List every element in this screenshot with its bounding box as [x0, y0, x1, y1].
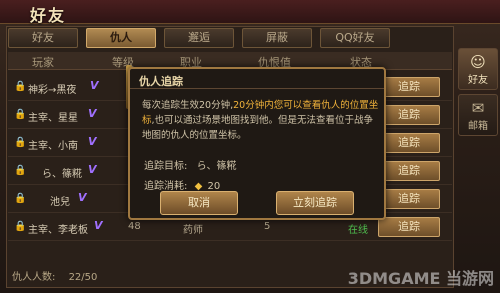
player-name: 主宰、星星: [28, 113, 78, 124]
desc-text: 每次追踪生效20分钟,: [142, 100, 234, 111]
lock-icon: 🔒: [14, 81, 27, 92]
track-dialog: 仇人追踪 每次追踪生效20分钟,20分钟内您可以查看仇人的位置坐标,也可以通过场…: [128, 67, 386, 220]
track-button[interactable]: 追踪: [378, 217, 440, 237]
vip-badge: V: [90, 79, 99, 92]
cancel-button[interactable]: 取消: [160, 191, 238, 215]
side-tab-label: 好友: [468, 75, 488, 86]
mail-icon: ✉: [471, 99, 485, 117]
tab-blocked[interactable]: 屏蔽: [242, 28, 312, 48]
lock-icon: 🔒: [14, 137, 27, 148]
track-button[interactable]: 追踪: [378, 189, 440, 209]
target-label: 追踪目标:: [144, 161, 188, 172]
confirm-track-button[interactable]: 立刻追踪: [276, 191, 354, 215]
lock-icon: 🔒: [14, 221, 27, 232]
side-tab-label: 邮箱: [468, 121, 488, 132]
player-name: 池兒: [50, 197, 70, 208]
target-value: ら、篠糀: [196, 161, 237, 172]
desc-text-2: ,也可以通过场景地图找到他。但是无法查看位于战争地图的仇人的位置坐标。: [142, 115, 374, 141]
window-title: 好友: [30, 6, 67, 25]
enemy-count: 仇人人数: 22/50: [12, 268, 97, 283]
dialog-description: 每次追踪生效20分钟,20分钟内您可以查看仇人的位置坐标,也可以通过场景地图找到…: [142, 98, 380, 143]
player-profession: 药师: [183, 225, 203, 236]
track-button[interactable]: 追踪: [378, 133, 440, 153]
player-hate: 5: [264, 221, 271, 232]
vip-badge: V: [78, 191, 87, 204]
window-header: 好友: [0, 0, 500, 25]
vip-badge: V: [88, 135, 97, 148]
tab-friends[interactable]: 好友: [8, 28, 78, 48]
watermark: 3DMGAME 当游网: [347, 269, 494, 288]
tab-qq-friends[interactable]: QQ好友: [320, 28, 390, 48]
enemy-count-label: 仇人人数:: [12, 272, 56, 283]
dialog-header: 仇人追踪: [130, 69, 384, 89]
track-cost: 追踪消耗: ◆ 20: [144, 177, 220, 192]
lock-icon: 🔒: [14, 165, 27, 176]
lock-icon: 🔒: [14, 109, 27, 120]
enemy-count-value: 22/50: [68, 272, 98, 283]
player-status: 在线: [348, 225, 368, 236]
player-name: ら、篠糀: [42, 169, 82, 180]
player-name: 主宰、小南: [28, 141, 78, 152]
friend-icon: ☺: [470, 53, 486, 71]
track-button[interactable]: 追踪: [378, 105, 440, 125]
dialog-title: 仇人追踪: [139, 75, 183, 88]
lock-icon: 🔒: [14, 193, 27, 204]
side-tab-friends[interactable]: ☺ 好友: [458, 48, 498, 90]
player-name: 神彩→黑夜: [28, 85, 77, 96]
vip-badge: V: [88, 107, 97, 120]
vip-badge: V: [88, 163, 97, 176]
player-level: 48: [128, 221, 141, 232]
track-target: 追踪目标: ら、篠糀: [144, 157, 237, 172]
player-name: 主宰、李老板: [28, 225, 88, 236]
side-tab-mail[interactable]: ✉ 邮箱: [458, 94, 498, 136]
track-button[interactable]: 追踪: [378, 77, 440, 97]
track-button[interactable]: 追踪: [378, 161, 440, 181]
vip-badge: V: [94, 219, 103, 232]
game-screen: 好友 好友 仇人 邂逅 屏蔽 QQ好友 玩家 等级 职业 仇恨值 状态 🔒 神彩…: [0, 0, 500, 293]
tab-encounter[interactable]: 邂逅: [164, 28, 234, 48]
tab-enemies[interactable]: 仇人: [86, 28, 156, 48]
col-player: 玩家: [32, 56, 54, 69]
